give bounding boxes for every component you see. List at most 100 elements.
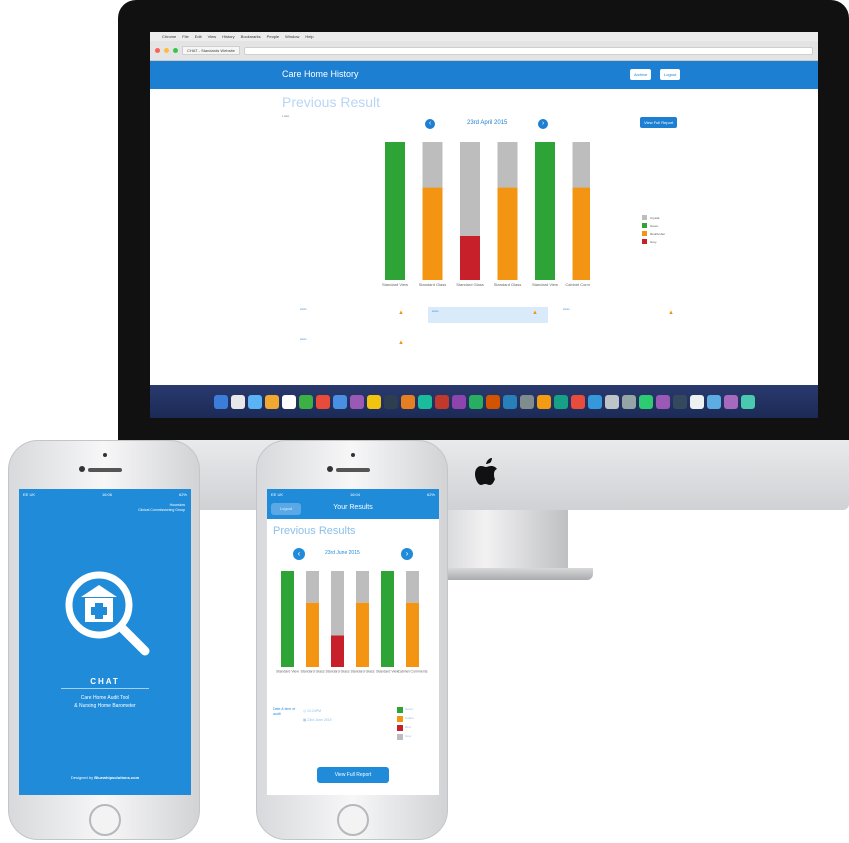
dock-app-icon[interactable] <box>434 394 449 409</box>
dock-app-icon[interactable] <box>417 394 432 409</box>
warning-icon: ▲ <box>398 310 404 316</box>
subtitle-line1: Care Home Audit Tool <box>80 695 130 701</box>
prev-date-button[interactable]: ‹ <box>293 548 305 560</box>
mac-dock <box>150 385 818 418</box>
dock-app-icon[interactable] <box>315 394 330 409</box>
dock-app-icon[interactable] <box>213 394 228 409</box>
address-bar[interactable] <box>243 46 813 55</box>
warning-icon: ▲ <box>398 340 404 346</box>
dock-app-icon[interactable] <box>553 394 568 409</box>
archive-button[interactable]: Archive <box>630 69 652 80</box>
category-label: Standard Glass <box>456 282 484 287</box>
bar-segment-grey <box>460 142 480 236</box>
browser-toolbar: CHAT - Standards Website <box>150 41 818 61</box>
dock-app-icon[interactable] <box>247 394 262 409</box>
subtitle-line2: & Nursing Home Barometer <box>74 703 136 709</box>
dock-app-icon[interactable] <box>604 394 619 409</box>
home-button[interactable] <box>89 804 121 836</box>
legend-label: Green <box>405 707 414 711</box>
dock-app-icon[interactable] <box>655 394 670 409</box>
dock-app-icon[interactable] <box>672 394 687 409</box>
dock-app-icon[interactable] <box>689 394 704 409</box>
next-date-button[interactable]: › <box>401 548 413 560</box>
dock-app-icon[interactable] <box>264 394 279 409</box>
dock-app-icon[interactable] <box>332 394 347 409</box>
audit-meta-label: Date & time of audit <box>273 707 296 716</box>
detail-card[interactable]: ▪▪▪▪▪▪ <box>300 337 306 341</box>
category-label: Standard View <box>532 282 558 287</box>
prev-date-button[interactable]: ‹ <box>425 119 435 129</box>
menu-chrome[interactable]: Chrome <box>162 34 176 39</box>
menu-view[interactable]: View <box>208 34 217 39</box>
dock-app-icon[interactable] <box>366 394 381 409</box>
chart-legend: Green Amber Red Grey <box>397 707 414 743</box>
menu-edit[interactable]: Edit <box>195 34 202 39</box>
bar-segment-amber <box>572 187 590 280</box>
menu-help[interactable]: Help <box>305 34 313 39</box>
dock-app-icon[interactable] <box>230 394 245 409</box>
dock-app-icon[interactable] <box>519 394 534 409</box>
org-line2: Clinical Commissioning Group <box>138 508 185 512</box>
dock-app-icon[interactable] <box>383 394 398 409</box>
divider <box>61 688 149 689</box>
menu-history[interactable]: History <box>222 34 234 39</box>
dock-app-icon[interactable] <box>281 394 296 409</box>
dock-app-icon[interactable] <box>451 394 466 409</box>
detail-card[interactable]: ▪▪▪▪▪▪ <box>300 307 306 311</box>
legend-label: Red/Amber <box>650 231 666 236</box>
view-full-report-button[interactable]: View Full Report <box>317 767 389 783</box>
front-camera-icon <box>351 453 355 457</box>
logout-button[interactable]: Logout <box>660 69 681 80</box>
phone-results: EE UK 16:04 62% Logout Your Results Prev… <box>256 440 448 840</box>
browser-tab[interactable]: CHAT - Standards Website <box>182 46 240 55</box>
sensor-icon <box>327 466 333 472</box>
category-label: Standard Glass <box>494 282 522 287</box>
results-screen: EE UK 16:04 62% Logout Your Results Prev… <box>267 489 439 795</box>
dock-app-icon[interactable] <box>400 394 415 409</box>
category-label: Standard View <box>376 670 399 674</box>
speaker-icon <box>88 468 122 472</box>
app-name: CHAT <box>90 677 120 686</box>
view-full-report-button[interactable]: View Full Report <box>640 117 678 128</box>
dock-app-icon[interactable] <box>621 394 636 409</box>
detail-card[interactable]: ▪▪▪▪▪▪ <box>563 307 569 311</box>
bar-segment-amber <box>306 602 319 667</box>
apple-logo-icon <box>475 458 497 485</box>
close-window-icon[interactable] <box>155 48 160 53</box>
menu-bookmarks[interactable]: Bookmarks <box>241 34 261 39</box>
bar-segment-green <box>535 142 555 280</box>
dock-app-icon[interactable] <box>298 394 313 409</box>
home-button[interactable] <box>337 804 369 836</box>
dock-app-icon[interactable] <box>349 394 364 409</box>
detail-card-selected[interactable]: ▪▪▪▪▪▪ <box>428 307 548 323</box>
warning-icon: ▲ <box>532 310 538 316</box>
carrier-label: EE UK <box>271 491 284 497</box>
dock-app-icon[interactable] <box>638 394 653 409</box>
dock-app-icon[interactable] <box>723 394 738 409</box>
sensor-icon <box>79 466 85 472</box>
footer-brand[interactable]: Bluewhipsolutions.com <box>94 775 139 780</box>
bar-segment-grey <box>497 142 518 188</box>
status-bar: EE UK 16:04 62% <box>267 489 439 499</box>
dock-app-icon[interactable] <box>740 394 755 409</box>
dock-app-icon[interactable] <box>502 394 517 409</box>
app-title: Care Home History <box>282 69 359 79</box>
menu-window[interactable]: Window <box>285 34 299 39</box>
category-label: Cabinet Comments <box>398 670 428 674</box>
next-date-button[interactable]: › <box>538 119 548 129</box>
dock-app-icon[interactable] <box>468 394 483 409</box>
bar-segment-red <box>460 235 480 280</box>
legend-label: Grey <box>405 734 412 738</box>
results-bar-chart: Standard View Standard Glass Standard Glas… <box>382 142 590 287</box>
menu-people[interactable]: People <box>267 34 279 39</box>
time-label: 16:06 <box>101 491 112 497</box>
zoom-window-icon[interactable] <box>173 48 178 53</box>
dock-app-icon[interactable] <box>536 394 551 409</box>
dock-app-icon[interactable] <box>706 394 721 409</box>
page-heading: Previous Results <box>273 525 356 537</box>
menu-file[interactable]: File <box>182 34 188 39</box>
dock-app-icon[interactable] <box>570 394 585 409</box>
dock-app-icon[interactable] <box>587 394 602 409</box>
dock-app-icon[interactable] <box>485 394 500 409</box>
minimize-window-icon[interactable] <box>164 48 169 53</box>
